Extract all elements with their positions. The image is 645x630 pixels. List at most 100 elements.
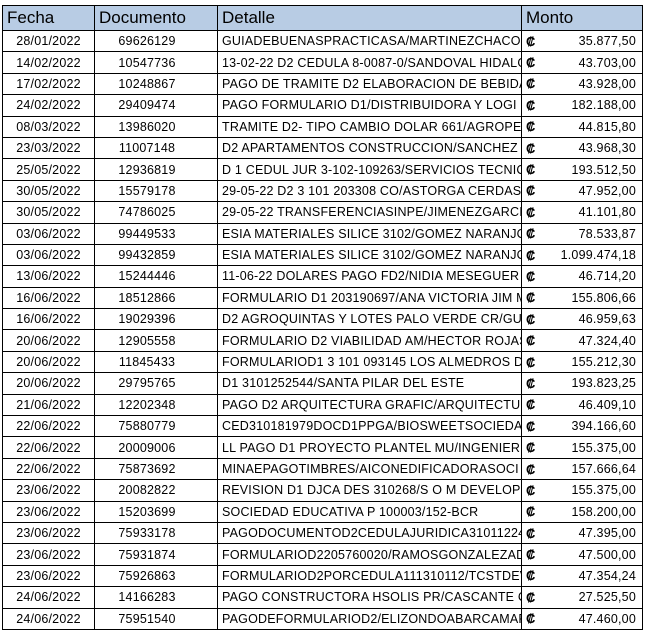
- cell-detalle[interactable]: MINAEPAGOTIMBRES/AICONEDIFICADORASOCI: [217, 458, 522, 481]
- cell-detalle[interactable]: PAGO CONSTRUCTORA HSOLIS PR/CASCANTE CHA: [217, 586, 522, 609]
- cell-monto[interactable]: ₡ 155.375,00: [521, 479, 643, 502]
- cell-detalle[interactable]: FORMULARIO D2 VIABILIDAD AM/HECTOR ROJAS…: [217, 329, 522, 352]
- cell-documento[interactable]: 11007148: [94, 137, 218, 160]
- cell-fecha[interactable]: 22/06/2022: [2, 458, 95, 481]
- cell-monto[interactable]: ₡ 47.952,00: [521, 180, 643, 203]
- cell-documento[interactable]: 29409474: [94, 94, 218, 117]
- cell-fecha[interactable]: 28/01/2022: [2, 30, 95, 53]
- cell-documento[interactable]: 69626129: [94, 30, 218, 53]
- cell-detalle[interactable]: PAGO D2 ARQUITECTURA GRAFIC/ARQUITECTURA: [217, 394, 522, 417]
- cell-documento[interactable]: 13986020: [94, 116, 218, 138]
- cell-documento[interactable]: 12202348: [94, 394, 218, 417]
- cell-fecha[interactable]: 24/02/2022: [2, 94, 95, 117]
- cell-fecha[interactable]: 25/05/2022: [2, 158, 95, 181]
- header-documento[interactable]: Documento: [94, 5, 218, 31]
- cell-fecha[interactable]: 20/06/2022: [2, 351, 95, 374]
- cell-monto[interactable]: ₡ 1.099.474,18: [521, 244, 643, 267]
- cell-monto[interactable]: ₡ 47.324,40: [521, 329, 643, 352]
- cell-detalle[interactable]: CED310181979DOCD1PPGA/BIOSWEETSOCIEDAD: [217, 415, 522, 438]
- cell-fecha[interactable]: 20/06/2022: [2, 329, 95, 352]
- header-fecha[interactable]: Fecha: [2, 5, 95, 31]
- cell-detalle[interactable]: ESIA MATERIALES SILICE 3102/GOMEZ NARANJ…: [217, 223, 522, 245]
- cell-detalle[interactable]: GUIADEBUENASPRACTICASA/MARTINEZCHACONJU: [217, 30, 522, 53]
- cell-detalle[interactable]: FORMULARIOD2205760020/RAMOSGONZALEZAD: [217, 543, 522, 566]
- cell-fecha[interactable]: 16/06/2022: [2, 308, 95, 331]
- cell-detalle[interactable]: 11-06-22 DOLARES PAGO FD2/NIDIA MESEGUER…: [217, 265, 522, 288]
- cell-fecha[interactable]: 23/06/2022: [2, 522, 95, 545]
- cell-documento[interactable]: 75873692: [94, 458, 218, 481]
- cell-detalle[interactable]: 29-05-22 TRANSFERENCIASINPE/JIMENEZGARCI…: [217, 201, 522, 224]
- cell-documento[interactable]: 20009006: [94, 436, 218, 459]
- cell-detalle[interactable]: 29-05-22 D2 3 101 203308 CO/ASTORGA CERD…: [217, 180, 522, 203]
- cell-documento[interactable]: 15203699: [94, 501, 218, 523]
- cell-documento[interactable]: 18512866: [94, 287, 218, 310]
- cell-detalle[interactable]: D2 AGROQUINTAS Y LOTES PALO VERDE CR/GUI…: [217, 308, 522, 331]
- cell-fecha[interactable]: 22/06/2022: [2, 415, 95, 438]
- cell-monto[interactable]: ₡ 157.666,64: [521, 458, 643, 481]
- cell-monto[interactable]: ₡ 27.525,50: [521, 586, 643, 609]
- cell-fecha[interactable]: 14/02/2022: [2, 51, 95, 74]
- cell-fecha[interactable]: 22/06/2022: [2, 436, 95, 459]
- cell-documento[interactable]: 75933178: [94, 522, 218, 545]
- cell-detalle[interactable]: LL PAGO D1 PROYECTO PLANTEL MU/INGENIERI…: [217, 436, 522, 459]
- cell-documento[interactable]: 75880779: [94, 415, 218, 438]
- cell-fecha[interactable]: 20/06/2022: [2, 372, 95, 395]
- cell-monto[interactable]: ₡ 394.166,60: [521, 415, 643, 438]
- cell-monto[interactable]: ₡ 43.928,00: [521, 73, 643, 96]
- cell-monto[interactable]: ₡ 46.959,63: [521, 308, 643, 331]
- cell-documento[interactable]: 75951540: [94, 608, 218, 630]
- cell-documento[interactable]: 99449533: [94, 223, 218, 245]
- cell-monto[interactable]: ₡ 78.533,87: [521, 223, 643, 245]
- cell-monto[interactable]: ₡ 43.703,00: [521, 51, 643, 74]
- cell-detalle[interactable]: REVISION D1 DJCA DES 310268/S O M DEVELO…: [217, 479, 522, 502]
- cell-documento[interactable]: 12905558: [94, 329, 218, 352]
- cell-detalle[interactable]: ESIA MATERIALES SILICE 3102/GOMEZ NARANJ…: [217, 244, 522, 267]
- cell-fecha[interactable]: 30/05/2022: [2, 180, 95, 203]
- cell-monto[interactable]: ₡ 158.200,00: [521, 501, 643, 523]
- cell-fecha[interactable]: 23/06/2022: [2, 501, 95, 523]
- cell-documento[interactable]: 10547736: [94, 51, 218, 74]
- cell-monto[interactable]: ₡ 47.395,00: [521, 522, 643, 545]
- cell-fecha[interactable]: 30/05/2022: [2, 201, 95, 224]
- cell-fecha[interactable]: 23/06/2022: [2, 543, 95, 566]
- cell-detalle[interactable]: D2 APARTAMENTOS CONSTRUCCION/SANCHEZ HI: [217, 137, 522, 160]
- cell-fecha[interactable]: 08/03/2022: [2, 116, 95, 138]
- cell-monto[interactable]: ₡ 46.409,10: [521, 394, 643, 417]
- cell-monto[interactable]: ₡ 193.512,50: [521, 158, 643, 181]
- cell-documento[interactable]: 74786025: [94, 201, 218, 224]
- cell-fecha[interactable]: 23/06/2022: [2, 479, 95, 502]
- cell-monto[interactable]: ₡ 193.823,25: [521, 372, 643, 395]
- cell-detalle[interactable]: PAGODOCUMENTOD2CEDULAJURIDICA310112247: [217, 522, 522, 545]
- cell-detalle[interactable]: D 1 CEDUL JUR 3-102-109263/SERVICIOS TEC…: [217, 158, 522, 181]
- cell-documento[interactable]: 99432859: [94, 244, 218, 267]
- cell-fecha[interactable]: 24/06/2022: [2, 608, 95, 630]
- cell-documento[interactable]: 20082822: [94, 479, 218, 502]
- cell-documento[interactable]: 15579178: [94, 180, 218, 203]
- cell-monto[interactable]: ₡ 41.101,80: [521, 201, 643, 224]
- cell-documento[interactable]: 10248867: [94, 73, 218, 96]
- cell-monto[interactable]: ₡ 43.968,30: [521, 137, 643, 160]
- cell-documento[interactable]: 14166283: [94, 586, 218, 609]
- cell-detalle[interactable]: FORMULARIOD1 3 101 093145 LOS ALMEDROS D…: [217, 351, 522, 374]
- cell-fecha[interactable]: 23/03/2022: [2, 137, 95, 160]
- cell-detalle[interactable]: FORMULARIO D1 203190697/ANA VICTORIA JIM…: [217, 287, 522, 310]
- cell-fecha[interactable]: 13/06/2022: [2, 265, 95, 288]
- cell-fecha[interactable]: 23/06/2022: [2, 565, 95, 588]
- cell-documento[interactable]: 19029396: [94, 308, 218, 331]
- cell-monto[interactable]: ₡ 47.354,24: [521, 565, 643, 588]
- cell-monto[interactable]: ₡ 47.460,00: [521, 608, 643, 630]
- cell-detalle[interactable]: PAGO DE TRAMITE D2 ELABORACION DE BEBIDA…: [217, 73, 522, 96]
- cell-documento[interactable]: 15244446: [94, 265, 218, 288]
- cell-documento[interactable]: 12936819: [94, 158, 218, 181]
- cell-documento[interactable]: 29795765: [94, 372, 218, 395]
- cell-monto[interactable]: ₡ 182.188,00: [521, 94, 643, 117]
- cell-detalle[interactable]: 13-02-22 D2 CEDULA 8-0087-0/SANDOVAL HID…: [217, 51, 522, 74]
- cell-documento[interactable]: 75926863: [94, 565, 218, 588]
- header-monto[interactable]: Monto: [521, 5, 643, 31]
- cell-monto[interactable]: ₡ 155.806,66: [521, 287, 643, 310]
- cell-fecha[interactable]: 03/06/2022: [2, 244, 95, 267]
- cell-detalle[interactable]: TRAMITE D2- TIPO CAMBIO DOLAR 661/AGROPE…: [217, 116, 522, 138]
- cell-monto[interactable]: ₡ 155.212,30: [521, 351, 643, 374]
- cell-detalle[interactable]: PAGODEFORMULARIOD2/ELIZONDOABARCAMARC: [217, 608, 522, 630]
- cell-monto[interactable]: ₡ 47.500,00: [521, 543, 643, 566]
